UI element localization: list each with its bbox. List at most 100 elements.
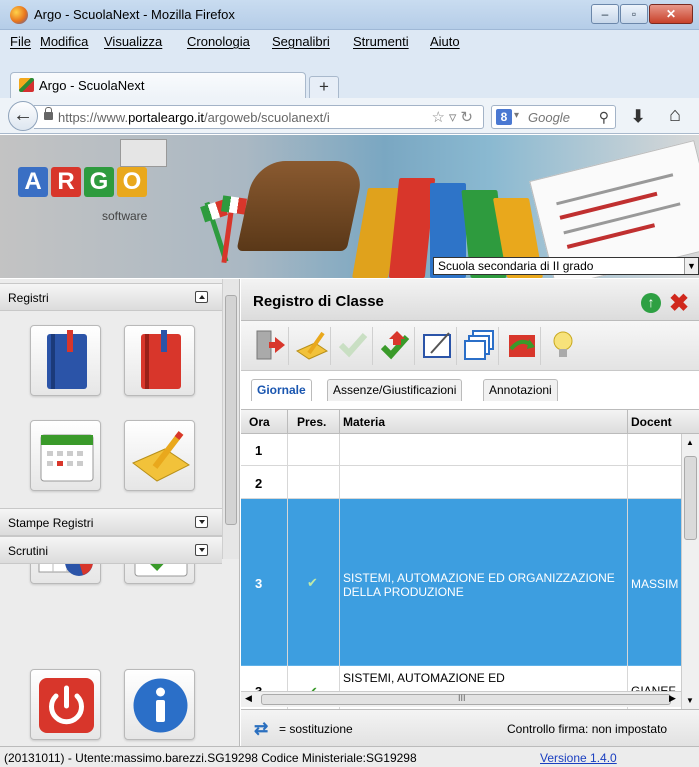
edit-button[interactable] (291, 327, 331, 365)
section-registri[interactable]: Registri (0, 283, 222, 311)
hint-button[interactable] (543, 327, 583, 365)
browser-tab[interactable]: Argo - ScuolaNext (10, 72, 306, 98)
status-bar: (20131011) - Utente:massimo.barezzi.SG19… (0, 746, 699, 767)
grid-hscroll-thumb[interactable]: III (261, 693, 671, 705)
menu-file[interactable]: File (10, 34, 31, 49)
search-icon[interactable]: ⚲ (599, 109, 609, 126)
checkmark-disabled-icon (338, 333, 367, 358)
menu-aiuto[interactable]: Aiuto (430, 34, 460, 49)
info-icon (133, 678, 188, 733)
school-bag-illustration (236, 161, 366, 251)
grid-body: 1 2 3 ✔ SISTEMI, AUTOMAZIONE ED ORGANIZZ… (241, 434, 681, 709)
swap-arrows-icon: ⇄ (254, 719, 269, 738)
scroll-right-icon[interactable]: ▶ (669, 693, 676, 704)
sostituzione-button[interactable] (501, 327, 541, 365)
close-window-button[interactable]: ✕ (649, 4, 693, 24)
exit-door-button[interactable] (249, 327, 289, 365)
new-tab-button[interactable]: + (309, 76, 339, 98)
presenze-button[interactable] (375, 327, 415, 365)
red-register-icon (141, 330, 181, 389)
collapse-icon[interactable] (195, 291, 208, 303)
menu-strumenti[interactable]: Strumenti (353, 34, 409, 49)
table-row[interactable]: 2 (241, 466, 681, 499)
chevron-down-icon[interactable]: ▼ (684, 258, 698, 274)
grid-vertical-scrollbar[interactable]: ▲ ▼ (681, 434, 699, 709)
url-text: https://www.portaleargo.it/argoweb/scuol… (58, 110, 330, 125)
power-icon (39, 678, 94, 733)
left-menu-panel: Registri Stampe Registri Scrutini (0, 279, 240, 746)
window-titlebar: Argo - ScuolaNext - Mozilla Firefox – ▫ … (0, 0, 699, 30)
expand-icon[interactable] (195, 516, 208, 528)
search-bar[interactable]: 8 ▾ Google ⚲ (491, 105, 616, 129)
close-icon[interactable]: ✖ (669, 289, 689, 318)
confirm-disabled-button[interactable] (333, 327, 373, 365)
url-bar[interactable]: https://www.portaleargo.it/argoweb/scuol… (34, 105, 484, 129)
scroll-left-icon[interactable]: ◀ (245, 693, 252, 704)
firma-button[interactable] (417, 327, 457, 365)
calendar-icon (40, 434, 94, 482)
tab-assenze-giustificazioni[interactable]: Assenze/Giustificazioni (327, 379, 463, 401)
grid-header: Ora Pres. Materia Docent (241, 409, 699, 435)
menu-cronologia[interactable]: Cronologia (187, 34, 250, 49)
checkmark-arrow-icon (380, 331, 409, 360)
left-panel-scrollbar[interactable] (222, 279, 239, 559)
firefox-logo-icon (10, 6, 28, 24)
school-type-select[interactable]: Scuola secondaria di II grado ▼ (433, 257, 699, 275)
browser-tabbar: Argo - ScuolaNext + (0, 52, 699, 98)
section-scrutini[interactable]: Scrutini (0, 536, 222, 564)
maximize-button[interactable]: ▫ (620, 4, 648, 24)
home-icon[interactable]: ⌂ (669, 104, 681, 127)
window-title: Argo - ScuolaNext - Mozilla Firefox (34, 7, 235, 22)
sign-document-icon (422, 332, 451, 358)
copy-button[interactable] (459, 327, 499, 365)
bookmark-star-reload-icons[interactable]: ☆▿↻ (431, 108, 477, 126)
menu-modifica[interactable]: Modifica (40, 34, 88, 49)
section-stampe-registri[interactable]: Stampe Registri (0, 508, 222, 536)
scroll-down-icon[interactable]: ▼ (686, 696, 694, 705)
search-engine-icon[interactable]: 8 (496, 109, 512, 125)
tab-annotazioni[interactable]: Annotazioni (483, 379, 558, 401)
scroll-up-icon[interactable]: ▲ (686, 438, 694, 447)
firma-status: Controllo firma: non impostato (507, 722, 668, 736)
argo-banner: A R G O software Scuola secondaria di II… (0, 135, 699, 278)
column-materia[interactable]: Materia (343, 415, 385, 429)
download-icon[interactable]: ⬇ (631, 107, 645, 127)
arrow-up-icon[interactable]: ↑ (641, 293, 661, 313)
version-link[interactable]: Versione 1.4.0 (540, 751, 617, 765)
notepad-pencil-icon (132, 431, 190, 482)
calendario-button[interactable] (30, 420, 101, 491)
table-row-selected[interactable]: 3 ✔ SISTEMI, AUTOMAZIONE ED ORGANIZZAZIO… (241, 499, 681, 666)
browser-tab-label: Argo - ScuolaNext (39, 78, 145, 93)
lightbulb-icon (553, 331, 573, 357)
user-info: (20131011) - Utente:massimo.barezzi.SG19… (4, 751, 417, 765)
notepad-edit-icon (295, 331, 328, 360)
left-panel-scroll-thumb[interactable] (225, 295, 237, 525)
info-button[interactable] (124, 669, 195, 740)
legend-bar: ⇄ = sostituzione Controllo firma: non im… (241, 709, 699, 746)
panel-header: Registro di Classe ↑ ✖ (241, 279, 699, 321)
table-row[interactable]: 1 (241, 434, 681, 466)
tab-giornale[interactable]: Giornale (251, 379, 312, 401)
grid-scroll-thumb[interactable] (684, 456, 697, 540)
door-exit-icon (256, 330, 285, 360)
chevron-down-icon: ▾ (514, 110, 520, 121)
menu-visualizza[interactable]: Visualizza (104, 34, 162, 49)
back-button[interactable]: ← (8, 101, 38, 131)
logout-button[interactable] (30, 669, 101, 740)
subtab-bar: Giornale Assenze/Giustificazioni Annotaz… (241, 371, 699, 401)
expand-icon[interactable] (195, 544, 208, 556)
panel-title: Registro di Classe (253, 293, 384, 310)
column-ora[interactable]: Ora (249, 415, 270, 429)
registro-rosso-button[interactable] (124, 325, 195, 396)
annotazioni-button[interactable] (124, 420, 195, 491)
menu-segnalibri[interactable]: Segnalibri (272, 34, 330, 49)
column-pres[interactable]: Pres. (297, 415, 326, 429)
registro-blu-button[interactable] (30, 325, 101, 396)
lock-icon (44, 107, 53, 120)
grid-horizontal-scrollbar[interactable]: ◀ III ▶ (241, 691, 681, 707)
swap-red-icon (508, 335, 535, 357)
column-docente[interactable]: Docent (631, 415, 672, 429)
banner-placeholder-box (120, 139, 167, 167)
minimize-button[interactable]: – (591, 4, 619, 24)
navigation-bar: https://www.portaleargo.it/argoweb/scuol… (0, 98, 699, 134)
